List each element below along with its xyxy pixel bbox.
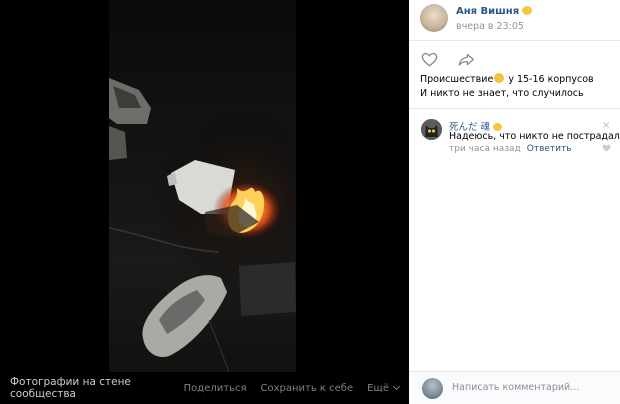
comment-time[interactable]: три часа назад (449, 144, 521, 154)
save-link[interactable]: Сохранить к себе (260, 383, 353, 394)
author-name-link[interactable]: Аня Вишня (456, 6, 533, 17)
divider (409, 108, 620, 109)
cat-avatar-icon (421, 119, 442, 140)
share-arrow-icon[interactable] (458, 52, 475, 67)
share-link[interactable]: Поделиться (184, 383, 247, 394)
post-text: Происшествие у 15-16 корпусов И никто не… (420, 73, 615, 101)
emoji-icon (522, 6, 533, 15)
comment-like-icon[interactable] (602, 144, 611, 152)
post-panel: Аня Вишня вчера в 23:05 Происшествие у 1… (409, 0, 620, 404)
photo-viewer: Фотографии на стене сообщества Поделитьс… (0, 0, 409, 404)
comment-meta: три часа назад Ответить (449, 144, 572, 154)
current-user-avatar (422, 378, 443, 399)
post-text-suffix: у 15-16 корпусов (505, 74, 594, 85)
post-date[interactable]: вчера в 23:05 (456, 21, 524, 32)
viewer-caption: Фотографии на стене сообщества (10, 376, 131, 400)
commenter-avatar[interactable] (421, 119, 442, 140)
post-header: Аня Вишня вчера в 23:05 (409, 0, 620, 40)
comment-text: Надеюсь, что никто не пострадал ( (449, 131, 620, 142)
photo-viewer-bar: Фотографии на стене сообщества Поделитьс… (0, 372, 409, 404)
emoji-icon (493, 123, 503, 131)
author-name: Аня Вишня (456, 6, 520, 17)
chevron-down-icon (392, 382, 401, 391)
parked-car-left (109, 126, 127, 160)
post-text-prefix: Происшествие (420, 74, 494, 85)
parked-car-bottom (142, 275, 227, 358)
reply-link[interactable]: Ответить (527, 144, 572, 154)
more-menu[interactable]: Ещё (367, 382, 401, 394)
author-avatar[interactable] (420, 4, 448, 32)
photo[interactable] (109, 0, 296, 372)
close-icon[interactable]: × (602, 120, 610, 131)
comment-input[interactable]: Написать комментарий... (452, 382, 579, 393)
post-actions (421, 52, 495, 67)
parked-car-top (109, 78, 151, 124)
heart-icon[interactable] (421, 52, 438, 67)
night-fire-photo (109, 78, 296, 372)
more-label: Ещё (367, 382, 389, 394)
post-text-line1: Происшествие у 15-16 корпусов (420, 73, 615, 87)
post-text-line2: И никто не знает, что случилось (420, 88, 584, 99)
comment-composer: Написать комментарий... (409, 371, 620, 404)
divider (409, 40, 620, 41)
smile-emoji-icon (494, 73, 505, 83)
